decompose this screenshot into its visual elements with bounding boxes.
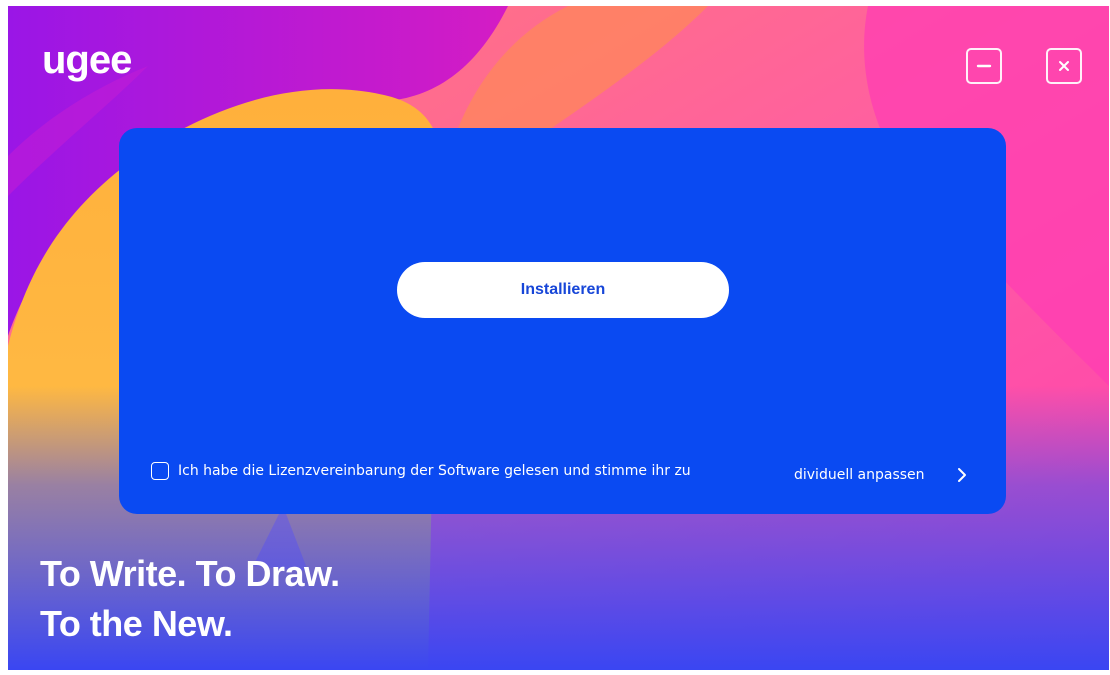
license-checkbox[interactable] [151,462,169,480]
customize-link[interactable]: dividuell anpassen [794,463,984,487]
minimize-button[interactable] [966,48,1002,84]
installer-window: ugee Installieren Ich habe die Lizenzver… [8,6,1109,670]
install-panel: Installieren Ich habe die Lizenzvereinba… [119,128,1006,514]
license-agreement: Ich habe die Lizenzvereinbarung der Soft… [151,462,691,480]
minimize-icon [976,64,992,68]
license-label: Ich habe die Lizenzvereinbarung der Soft… [178,463,691,479]
customize-label-clip: dividuell anpassen [794,467,942,483]
customize-label: dividuell anpassen [794,467,925,483]
install-button[interactable]: Installieren [397,262,729,318]
ugee-logo: ugee [42,38,132,82]
tagline-line-1: To Write. To Draw. [40,553,340,594]
close-button[interactable] [1046,48,1082,84]
close-icon [1059,61,1069,71]
tagline-line-2: To the New. [40,603,233,644]
chevron-right-icon [958,468,966,482]
